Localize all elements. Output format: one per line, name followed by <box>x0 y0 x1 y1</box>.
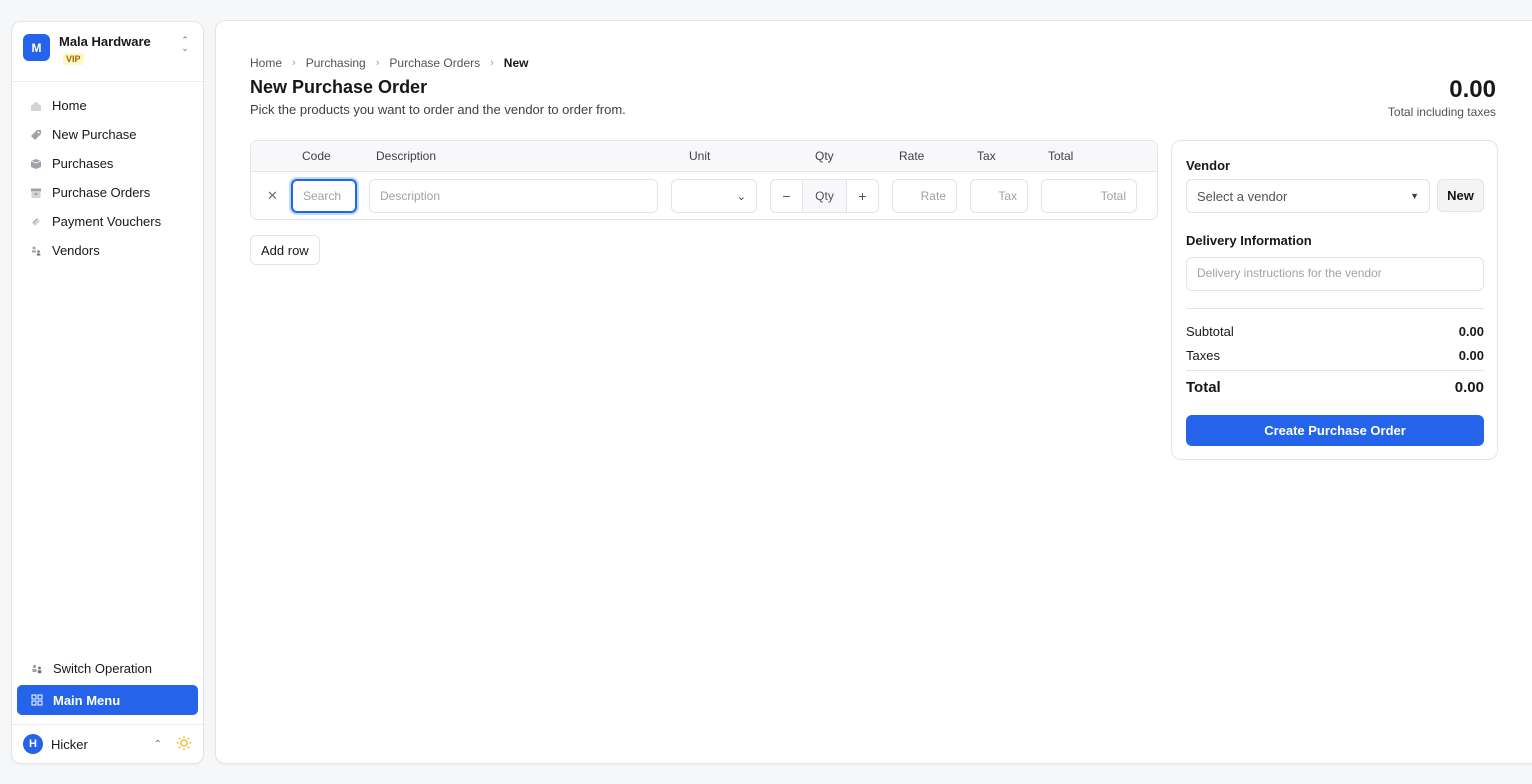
decrement-button[interactable]: − <box>771 180 802 212</box>
user-menu[interactable]: H Hicker ⌃ <box>12 725 203 763</box>
switch-user-icon <box>31 663 43 675</box>
line-items-table: Code Description Unit Qty Rate Tax Total… <box>250 140 1158 220</box>
grand-total-label: Total including taxes <box>1387 105 1496 119</box>
create-purchase-order-button[interactable]: Create Purchase Order <box>1186 415 1484 446</box>
switch-operation-label: Switch Operation <box>53 661 152 676</box>
sidebar-item-home[interactable]: Home <box>20 91 195 120</box>
sidebar-item-purchase-orders[interactable]: Purchase Orders <box>20 178 195 207</box>
table-row: ✕ Search Description ⌄ − Qty + Rate Tax … <box>251 172 1157 220</box>
switch-operation-item[interactable]: Switch Operation <box>17 654 198 683</box>
sidebar-item-label: Payment Vouchers <box>52 214 162 229</box>
divider <box>1186 370 1484 371</box>
col-description: Description <box>376 149 437 163</box>
vendor-panel: Vendor Select a vendor ▼ New Delivery In… <box>1171 140 1498 460</box>
sidebar-item-payment-vouchers[interactable]: Payment Vouchers <box>20 207 195 236</box>
sidebar: M Mala Hardware VIP ⌃ ⌄ Home New Purchase… <box>11 21 204 764</box>
vendor-select-value: Select a vendor <box>1197 188 1288 204</box>
caret-down-icon: ▼ <box>1410 191 1419 201</box>
col-code: Code <box>302 149 331 163</box>
delivery-label: Delivery Information <box>1186 233 1312 248</box>
sidebar-item-label: New Purchase <box>52 127 137 142</box>
vendor-label: Vendor <box>1186 158 1231 173</box>
breadcrumb-current: New <box>503 56 529 70</box>
col-unit: Unit <box>689 149 711 163</box>
grand-total-value: 0.00 <box>1449 76 1496 103</box>
taxes-label: Taxes <box>1186 348 1220 363</box>
page-title: New Purchase Order <box>250 77 428 97</box>
vendor-select[interactable]: Select a vendor ▼ <box>1186 179 1430 213</box>
code-search-input[interactable]: Search <box>291 179 357 213</box>
sun-icon[interactable] <box>176 735 192 754</box>
taxes-value: 0.00 <box>1458 348 1484 363</box>
line-items-header: Code Description Unit Qty Rate Tax Total <box>251 141 1157 172</box>
total-input[interactable]: Total <box>1041 179 1137 213</box>
page-subtitle: Pick the products you want to order and … <box>250 102 626 117</box>
breadcrumb-purchasing[interactable]: Purchasing <box>306 56 366 70</box>
sidebar-item-vendors[interactable]: Vendors <box>20 236 195 265</box>
chevron-down-icon: ⌄ <box>736 190 746 203</box>
sidebar-item-label: Purchases <box>52 156 114 171</box>
col-tax: Tax <box>977 149 996 163</box>
breadcrumb-purchase-orders[interactable]: Purchase Orders <box>389 56 480 70</box>
house-icon <box>30 100 42 112</box>
subtotal-value: 0.00 <box>1458 324 1484 339</box>
chevron-right-icon: › <box>292 57 296 69</box>
subtotal-row: Subtotal 0.00 <box>1186 324 1484 339</box>
increment-button[interactable]: + <box>847 180 878 212</box>
user-avatar: H <box>23 734 43 754</box>
org-name: Mala Hardware <box>59 34 151 49</box>
users-icon <box>30 245 42 257</box>
sidebar-item-label: Home <box>52 98 87 113</box>
total-row: Total 0.00 <box>1186 379 1484 396</box>
sidebar-nav: Home New Purchase Purchases Purchase Ord… <box>12 82 203 274</box>
subtotal-label: Subtotal <box>1186 324 1234 339</box>
add-row-button[interactable]: Add row <box>250 235 320 265</box>
grid-icon <box>31 694 43 706</box>
sidebar-item-new-purchase[interactable]: New Purchase <box>20 120 195 149</box>
chevron-up-icon[interactable]: ⌃ <box>154 739 162 750</box>
rate-input[interactable]: Rate <box>892 179 957 213</box>
description-input[interactable]: Description <box>369 179 658 213</box>
breadcrumb-home[interactable]: Home <box>250 56 282 70</box>
delivery-instructions-field[interactable]: Delivery instructions for the vendor <box>1186 257 1484 291</box>
total-value: 0.00 <box>1454 379 1484 396</box>
col-total: Total <box>1048 149 1074 163</box>
sidebar-item-label: Purchase Orders <box>52 185 151 200</box>
total-label: Total <box>1186 379 1221 396</box>
chevron-right-icon: › <box>375 57 380 69</box>
sidebar-bottom-nav: Switch Operation Main Menu <box>12 654 203 725</box>
org-avatar: M <box>23 34 50 61</box>
sidebar-item-purchases[interactable]: Purchases <box>20 149 195 178</box>
col-qty: Qty <box>815 149 834 163</box>
breadcrumb: Home › Purchasing › Purchase Orders › Ne… <box>250 56 528 70</box>
tax-input[interactable]: Tax <box>970 179 1028 213</box>
user-name: Hicker <box>51 736 88 752</box>
new-vendor-button[interactable]: New <box>1437 179 1484 212</box>
archive-icon <box>30 187 42 199</box>
org-switcher[interactable]: M Mala Hardware VIP ⌃ ⌄ <box>12 22 203 82</box>
chevrons-up-down-icon[interactable]: ⌃ ⌄ <box>178 34 192 54</box>
qty-input[interactable]: Qty <box>802 180 847 212</box>
box-icon <box>30 158 42 170</box>
vip-badge: VIP <box>63 53 84 65</box>
ticket-icon <box>30 216 42 228</box>
main-panel: Home › Purchasing › Purchase Orders › Ne… <box>215 20 1532 764</box>
tag-icon <box>30 129 42 141</box>
sidebar-item-label: Vendors <box>52 243 100 258</box>
quantity-stepper: − Qty + <box>770 179 879 213</box>
col-rate: Rate <box>899 149 925 163</box>
taxes-row: Taxes 0.00 <box>1186 348 1484 363</box>
main-menu-label: Main Menu <box>53 692 121 708</box>
main-menu-button[interactable]: Main Menu <box>17 685 198 715</box>
chevron-right-icon: › <box>490 57 494 69</box>
close-icon[interactable]: ✕ <box>267 188 278 204</box>
unit-select[interactable]: ⌄ <box>671 179 757 213</box>
divider <box>1186 308 1484 309</box>
